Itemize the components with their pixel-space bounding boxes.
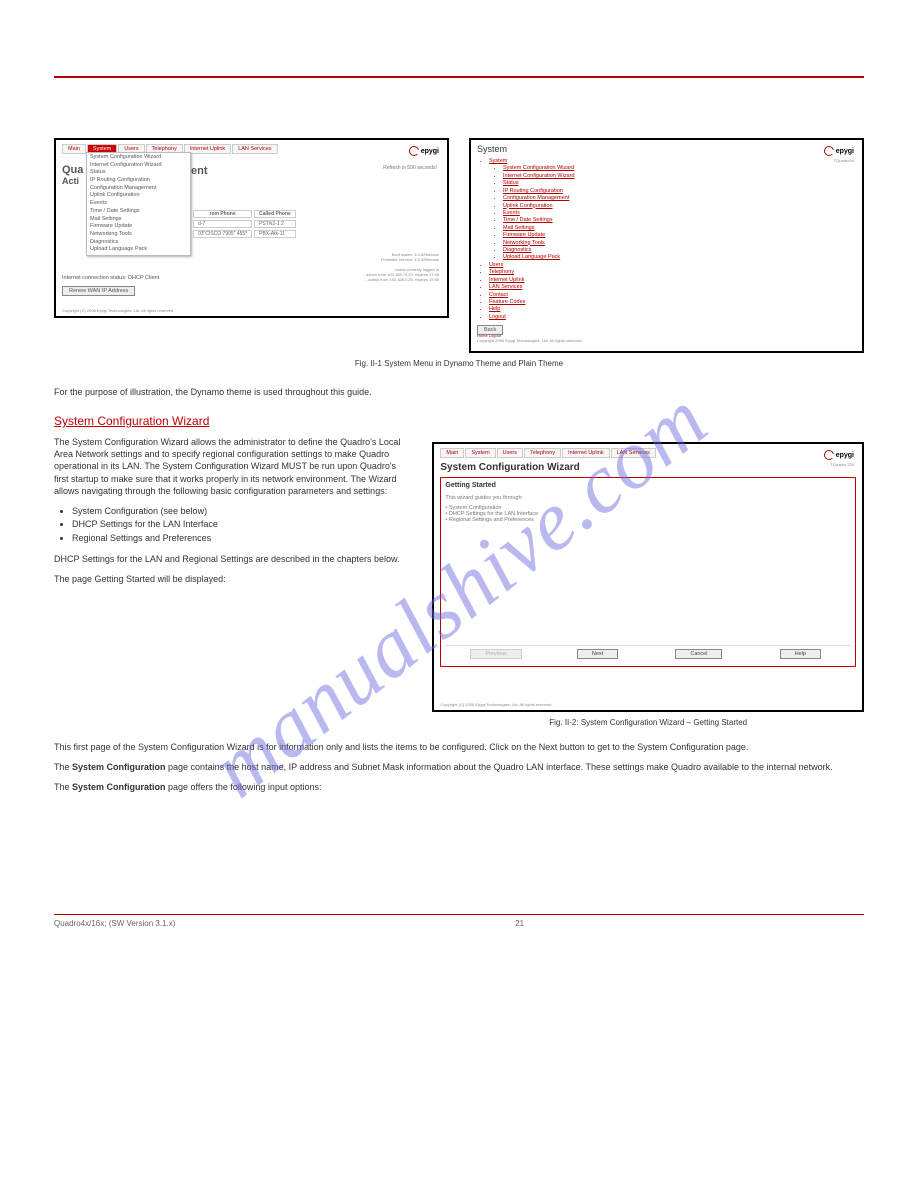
cell: 03"CISCO 7905" 455* xyxy=(193,230,252,238)
link[interactable]: LAN Services xyxy=(489,284,522,290)
cell: PSTN2-1 2 xyxy=(254,220,296,228)
logo-sub: TQuadro30 xyxy=(834,158,854,163)
epygi-logo: epygi xyxy=(409,146,439,156)
system-title: System xyxy=(477,144,856,154)
dd-item[interactable]: Internet Configuration Wizard xyxy=(87,162,190,170)
col1: rom Phone xyxy=(193,210,252,218)
dd-item[interactable]: Status xyxy=(87,169,190,177)
dd-item[interactable]: Events xyxy=(87,200,190,208)
cell: PBX-Atk-11 xyxy=(254,230,296,238)
title-frag: ent xyxy=(191,165,208,177)
epygi-logo: epygi xyxy=(824,450,854,460)
link[interactable]: Firmware Update xyxy=(503,232,545,238)
cell: d-7 xyxy=(193,220,252,228)
link[interactable]: Networking Tools xyxy=(503,240,545,246)
link[interactable]: Upload Language Pack xyxy=(503,254,560,260)
epygi-logo: epygi xyxy=(824,146,854,156)
col2: Called Phone xyxy=(254,210,296,218)
dd-item[interactable]: Upload Language Pack xyxy=(87,246,190,254)
fig2-caption: Fig. II-2: System Configuration Wizard –… xyxy=(432,718,864,727)
help-button[interactable]: Help xyxy=(780,649,821,659)
wizard-para2: DHCP Settings for the LAN and Regional S… xyxy=(54,553,410,565)
dd-item[interactable]: Networking Tools xyxy=(87,231,190,239)
bullet: DHCP Settings for the LAN Interface xyxy=(72,518,410,532)
dd-item[interactable]: System Configuration Wizard xyxy=(87,154,190,162)
firmware: Firmware Version: 3.0.5/Release xyxy=(364,257,439,262)
footer-mid: 21 xyxy=(515,919,524,928)
bullet: Regional Settings and Preferences xyxy=(72,532,410,546)
dd-item[interactable]: Mail Settings xyxy=(87,216,190,224)
internet-status: Internet connection status: DHCP Client xyxy=(62,275,159,281)
link[interactable]: Configuration Management xyxy=(503,195,569,201)
dd-item[interactable]: Diagnostics xyxy=(87,239,190,247)
wizard-title: System Configuration Wizard xyxy=(440,462,856,473)
previous-button: Previous xyxy=(470,649,521,659)
copyright: Copyright (C) 2006 Epygi Technologies, L… xyxy=(62,308,173,313)
fig1-caption: Fig. II-1 System Menu in Dynamo Theme an… xyxy=(54,359,864,368)
tab-main[interactable]: Main xyxy=(62,144,86,154)
wb: Regional Settings and Preferences xyxy=(445,517,851,523)
link[interactable]: Uplink Configuration xyxy=(503,203,553,209)
link[interactable]: IP Routing Configuration xyxy=(503,188,563,194)
logo-sub: TQuadro 230 xyxy=(830,462,854,467)
link[interactable]: Status xyxy=(503,180,519,186)
dd-item[interactable]: Configuration Management xyxy=(87,185,190,193)
link[interactable]: Diagnostics xyxy=(503,247,531,253)
link[interactable]: Contact xyxy=(489,292,508,298)
bottom-p1: This first page of the System Configurat… xyxy=(54,741,864,753)
tab-system[interactable]: System xyxy=(465,448,495,458)
link[interactable]: Mail Settings xyxy=(503,225,535,231)
link[interactable]: Help xyxy=(489,306,500,312)
tab-uplink[interactable]: Internet Uplink xyxy=(562,448,609,458)
admin2: - admin from 192.168.0.26, expires 19:46 xyxy=(364,277,439,282)
next-button[interactable]: Next xyxy=(577,649,618,659)
bottom-p2: The System Configuration page contains t… xyxy=(54,761,864,773)
wizard-para1: The System Configuration Wizard allows t… xyxy=(54,436,410,497)
dd-item[interactable]: IP Routing Configuration xyxy=(87,177,190,185)
fig1-left-window: epygi Main System Users Telephony Intern… xyxy=(54,138,449,318)
fig1-right-window: epygi TQuadro30 System System System Con… xyxy=(469,138,864,353)
intro-paragraph: For the purpose of illustration, the Dyn… xyxy=(54,386,864,398)
link[interactable]: System Configuration Wizard xyxy=(503,165,574,171)
tab-lan[interactable]: LAN Services xyxy=(611,448,656,458)
fig2-window: epygi TQuadro 230 Main System Users Tele… xyxy=(432,442,864,712)
copyright: Copyright (C) 2006 Epygi Technologies, L… xyxy=(440,702,551,707)
cancel-button[interactable]: Cancel xyxy=(675,649,722,659)
dd-item[interactable]: Firmware Update xyxy=(87,223,190,231)
tab-main[interactable]: Main xyxy=(440,448,464,458)
link[interactable]: Logout xyxy=(489,314,506,320)
renew-wan-button[interactable]: Renew WAN IP Address xyxy=(62,286,135,296)
link-system[interactable]: System xyxy=(489,158,507,164)
section-title: System Configuration Wizard xyxy=(54,414,864,428)
link[interactable]: Events xyxy=(503,210,520,216)
link[interactable]: Users xyxy=(489,262,503,268)
system-dropdown: System Configuration Wizard Internet Con… xyxy=(86,152,191,256)
link[interactable]: Time / Date Settings xyxy=(503,217,553,223)
link[interactable]: Telephony xyxy=(489,269,514,275)
getting-started: Getting Started xyxy=(445,482,496,489)
tab-telephony[interactable]: Telephony xyxy=(524,448,561,458)
bottom-p3: The System Configuration page offers the… xyxy=(54,781,864,793)
link[interactable]: Internet Uplink xyxy=(489,277,524,283)
tab-lan[interactable]: LAN Services xyxy=(232,144,277,154)
bullet: System Configuration (see below) xyxy=(72,505,410,519)
dd-item[interactable]: Uplink Configuration xyxy=(87,192,190,200)
tab-users[interactable]: Users xyxy=(497,448,523,458)
guide-text: This wizard guides you through: xyxy=(445,495,851,501)
copyright: Copyright 2006 Epygi Technologies, Ltd. … xyxy=(477,338,581,343)
footer-left: Quadro4x/16x; (SW Version 3.1.x) xyxy=(54,919,175,928)
refresh-text: Refresh in 590 seconds! xyxy=(383,165,437,171)
dd-item[interactable]: Time / Date Settings xyxy=(87,208,190,216)
link[interactable]: Internet Configuration Wizard xyxy=(503,173,575,179)
link[interactable]: Feature Codes xyxy=(489,299,525,305)
nav-tabs: Main System Users Telephony Internet Upl… xyxy=(440,448,856,458)
wizard-para3: The page Getting Started will be display… xyxy=(54,573,410,585)
